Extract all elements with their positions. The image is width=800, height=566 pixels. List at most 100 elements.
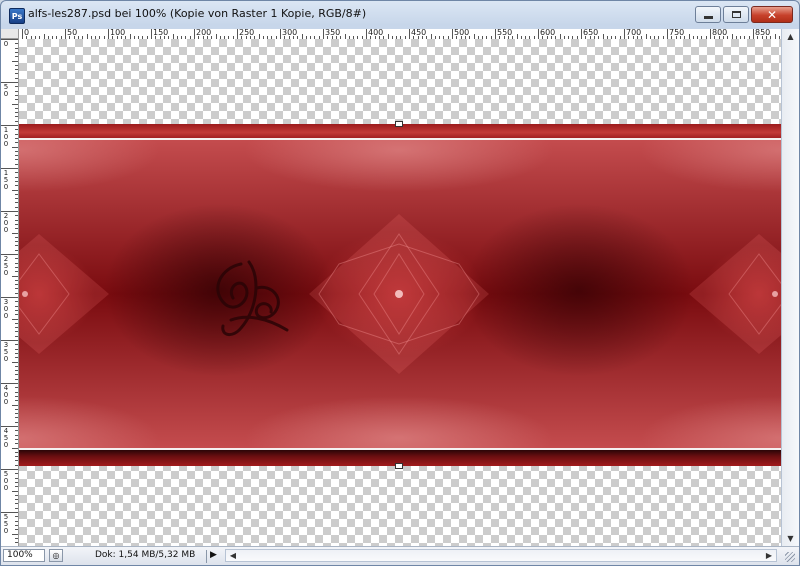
scroll-left-arrow-icon[interactable]: ◀ — [227, 550, 239, 561]
ruler-tick — [15, 94, 18, 96]
ruler-tick — [15, 249, 18, 251]
ruler-tick — [15, 99, 18, 101]
window-controls: ✕ — [695, 6, 793, 23]
zoom-level-field[interactable]: 100% — [3, 549, 45, 562]
artwork-pattern — [19, 214, 781, 374]
ruler-label: 450 — [411, 29, 427, 37]
ruler-label: 700 — [626, 29, 642, 37]
ruler-tick — [108, 29, 109, 39]
ruler-tick — [15, 542, 18, 544]
ruler-label: 100 — [110, 29, 126, 37]
transform-handle-bottom[interactable] — [395, 463, 403, 469]
ruler-tick — [15, 378, 18, 380]
ruler-tick — [15, 120, 18, 122]
ruler-origin[interactable] — [1, 29, 19, 39]
maximize-button[interactable] — [723, 6, 749, 23]
calligraphy-ornament — [216, 260, 289, 336]
ruler-tick — [15, 331, 18, 333]
ruler-tick — [323, 29, 324, 39]
ruler-tick — [15, 258, 18, 260]
document-size-info: Dok: 1,54 MB/5,32 MB — [71, 550, 207, 563]
ruler-tick — [753, 29, 754, 39]
ruler-label: 200 — [196, 29, 212, 37]
ruler-label: 200 — [3, 212, 9, 234]
ruler-tick — [15, 77, 18, 79]
scroll-up-arrow-icon[interactable]: ▲ — [785, 31, 796, 42]
ruler-tick — [15, 284, 18, 286]
ruler-label: 750 — [669, 29, 685, 37]
ruler-tick — [12, 404, 18, 406]
scroll-right-arrow-icon[interactable]: ▶ — [763, 550, 775, 561]
transform-handle-top[interactable] — [395, 121, 403, 127]
ruler-tick — [15, 112, 18, 114]
ruler-label: 550 — [3, 513, 9, 535]
ruler-tick — [15, 529, 18, 531]
vertical-scrollbar[interactable]: ▲ ▼ — [781, 29, 799, 546]
horizontal-scrollbar[interactable]: ◀ ▶ — [225, 549, 777, 562]
ruler-label: 800 — [712, 29, 728, 37]
ruler-label: 500 — [454, 29, 470, 37]
ruler-tick — [15, 486, 18, 488]
ruler-tick — [12, 146, 18, 148]
ruler-tick — [15, 503, 18, 505]
ruler-tick — [15, 499, 18, 501]
ruler-tick — [12, 232, 18, 234]
ruler-label: 250 — [3, 255, 9, 277]
red-kaleidoscope-artwork — [19, 140, 781, 448]
ruler-tick — [15, 206, 18, 208]
ruler-tick — [15, 56, 18, 58]
photoshop-document-icon[interactable]: Ps — [9, 8, 25, 24]
close-button[interactable]: ✕ — [751, 6, 793, 23]
ruler-tick — [15, 456, 18, 458]
ruler-tick — [15, 516, 18, 518]
ruler-label: 400 — [368, 29, 384, 37]
document-canvas[interactable] — [19, 39, 781, 546]
vertical-ruler[interactable]: 0 50 100 150 200 250 300 350 400 450 500 550 — [1, 39, 19, 546]
ruler-tick — [15, 236, 18, 238]
ruler-label: 350 — [325, 29, 341, 37]
ruler-tick — [15, 159, 18, 161]
image-layer — [19, 124, 781, 466]
ruler-tick — [15, 477, 18, 479]
ruler-tick — [15, 245, 18, 247]
status-preview-icon[interactable]: ◎ — [49, 549, 63, 562]
ruler-tick — [15, 185, 18, 187]
ruler-label: 150 — [153, 29, 169, 37]
title-bar[interactable]: Ps alfs-les287.psd bei 100% (Kopie von R… — [1, 1, 799, 29]
ruler-tick — [15, 292, 18, 294]
status-bar: 100% ◎ Dok: 1,54 MB/5,32 MB ▶ ◀ ▶ — [1, 546, 799, 565]
ruler-tick — [15, 352, 18, 354]
minimize-button[interactable] — [695, 6, 721, 23]
ruler-tick — [15, 451, 18, 453]
resize-grip-icon[interactable] — [785, 552, 795, 562]
ruler-tick — [12, 533, 18, 535]
ruler-tick — [15, 172, 18, 174]
ruler-tick — [15, 228, 18, 230]
status-menu-arrow-icon[interactable]: ▶ — [210, 550, 220, 561]
ruler-tick — [12, 490, 18, 492]
ruler-tick — [15, 473, 18, 475]
ruler-tick — [12, 361, 18, 363]
ruler-tick — [409, 29, 410, 39]
ruler-tick — [15, 481, 18, 483]
ruler-tick — [15, 464, 18, 466]
ruler-tick — [12, 189, 18, 191]
ruler-tick — [15, 305, 18, 307]
ruler-tick — [15, 327, 18, 329]
ruler-tick — [15, 43, 18, 45]
ruler-tick — [194, 29, 195, 39]
ruler-tick — [15, 69, 18, 71]
ruler-tick — [15, 408, 18, 410]
scroll-down-arrow-icon[interactable]: ▼ — [785, 533, 796, 544]
ruler-tick — [15, 137, 18, 139]
ruler-tick — [15, 460, 18, 462]
ruler-tick — [15, 507, 18, 509]
ruler-label: 400 — [3, 384, 9, 406]
minimize-icon — [703, 16, 713, 19]
ruler-tick — [15, 537, 18, 539]
ruler-tick — [15, 142, 18, 144]
ruler-tick — [15, 494, 18, 496]
ruler-tick — [15, 520, 18, 522]
ruler-tick — [15, 73, 18, 75]
ruler-label: 150 — [3, 169, 9, 191]
